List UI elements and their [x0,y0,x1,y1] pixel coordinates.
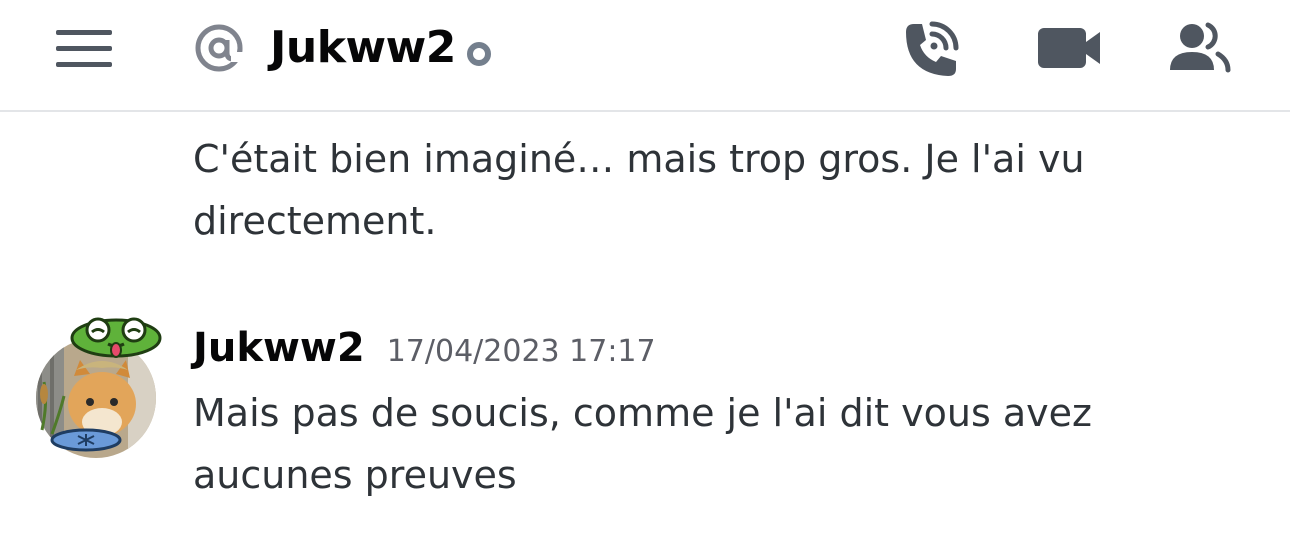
channel-header: Jukww2 [0,0,1290,112]
message-timestamp: 17/04/2023 17:17 [386,334,656,369]
message-author[interactable]: Jukww2 [193,325,365,371]
avatar[interactable] [24,312,164,460]
phone-call-icon[interactable] [900,18,966,80]
channel-title[interactable]: Jukww2 [270,20,456,76]
message-content: Mais pas de soucis, comme je l'ai dit vo… [193,391,1092,497]
at-sign-icon [193,22,245,74]
offline-status-icon [466,41,492,67]
video-camera-icon[interactable] [1034,22,1104,74]
members-icon[interactable] [1164,20,1234,76]
message-header: Jukww2 17/04/2023 17:17 [193,320,656,376]
hamburger-menu-icon[interactable] [48,22,120,74]
message-content: C'était bien imaginé… mais trop gros. Je… [193,137,1085,243]
